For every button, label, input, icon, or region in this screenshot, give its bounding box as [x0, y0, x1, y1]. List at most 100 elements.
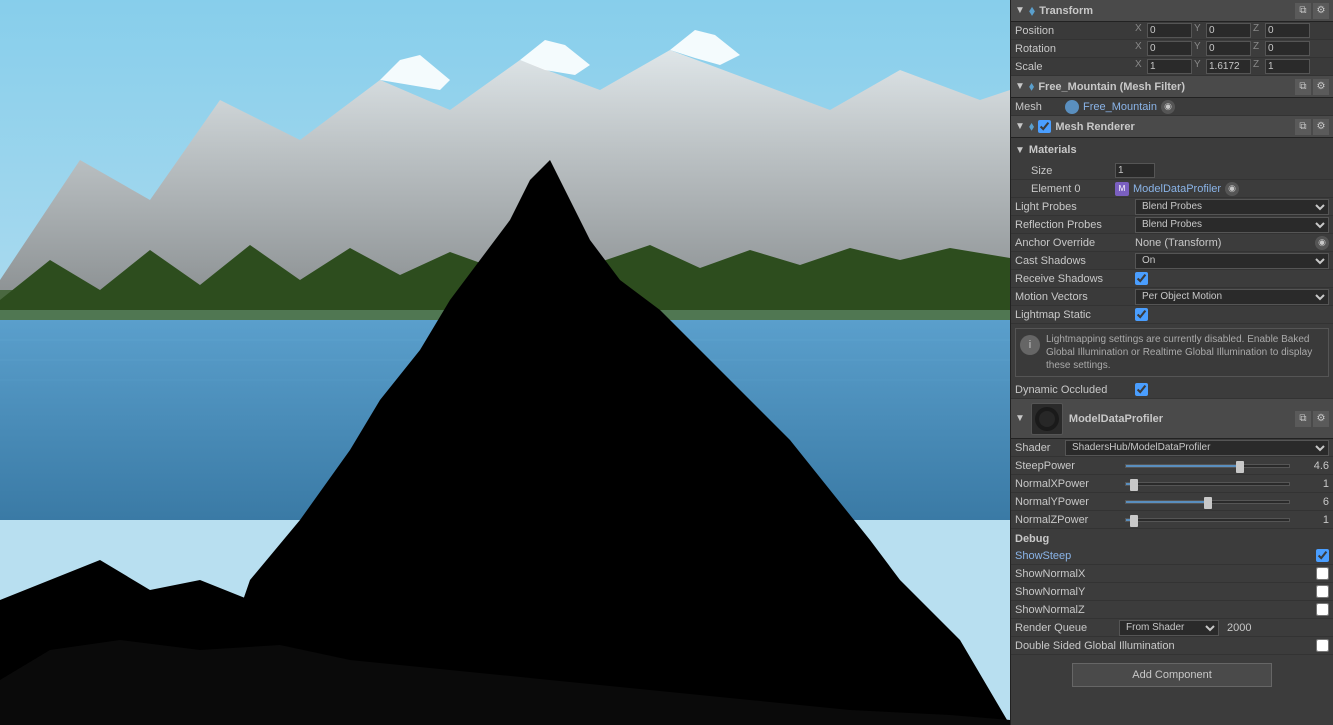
show-normalz-label: ShowNormalZ: [1015, 604, 1312, 616]
dynamic-occluded-checkbox[interactable]: [1135, 383, 1148, 396]
mesh-filter-header: ▼ ⬧ Free_Mountain (Mesh Filter) ⧉ ⚙: [1011, 76, 1333, 98]
normalz-power-label: NormalZPower: [1015, 514, 1125, 526]
mesh-renderer-header: ▼ ⬧ Mesh Renderer ⧉ ⚙: [1011, 116, 1333, 138]
normalz-power-value: 1: [1294, 514, 1329, 526]
lightmap-info-text: Lightmapping settings are currently disa…: [1046, 333, 1324, 372]
mesh-row: Mesh Free_Mountain ◉: [1011, 98, 1333, 116]
position-y-label: Y: [1194, 23, 1204, 38]
add-component-button[interactable]: Add Component: [1072, 663, 1272, 687]
normaly-power-value: 6: [1294, 496, 1329, 508]
position-x-input[interactable]: [1147, 23, 1192, 38]
mesh-renderer-fold-arrow[interactable]: ▼: [1015, 121, 1025, 132]
material-icon-btn-1[interactable]: ⧉: [1295, 411, 1311, 427]
steep-power-track[interactable]: [1125, 464, 1290, 468]
scale-x-label: X: [1135, 59, 1145, 74]
rotation-y-input[interactable]: [1206, 41, 1251, 56]
normalx-power-track[interactable]: [1125, 482, 1290, 486]
mesh-name[interactable]: Free_Mountain: [1083, 101, 1157, 113]
mesh-select-btn[interactable]: ◉: [1161, 100, 1175, 114]
material-name[interactable]: ModelDataProfiler: [1133, 183, 1221, 195]
scale-z-input[interactable]: [1265, 59, 1310, 74]
normaly-power-fill: [1126, 501, 1208, 503]
material-section-header: ▼ ModelDataProfiler ⧉ ⚙: [1011, 399, 1333, 439]
lightmap-static-checkbox[interactable]: [1135, 308, 1148, 321]
anchor-override-value: None (Transform): [1135, 237, 1313, 249]
info-icon: i: [1020, 335, 1040, 355]
mesh-filter-icon-btn-2[interactable]: ⚙: [1313, 79, 1329, 95]
motion-vectors-row: Motion Vectors Per Object Motion Camera …: [1011, 288, 1333, 306]
mesh-renderer-icon-btn-1[interactable]: ⧉: [1295, 119, 1311, 135]
receive-shadows-label: Receive Shadows: [1015, 273, 1135, 285]
normalz-power-thumb[interactable]: [1130, 515, 1138, 527]
normalz-power-track[interactable]: [1125, 518, 1290, 522]
mesh-renderer-icon-btn-2[interactable]: ⚙: [1313, 119, 1329, 135]
scale-x-input[interactable]: [1147, 59, 1192, 74]
scale-row: Scale X Y Z: [1011, 58, 1333, 76]
scale-y-input[interactable]: [1206, 59, 1251, 74]
mesh-filter-icon-btn-1[interactable]: ⧉: [1295, 79, 1311, 95]
light-probes-dropdown[interactable]: Blend Probes: [1135, 199, 1329, 215]
double-sided-checkbox[interactable]: [1316, 639, 1329, 652]
inspector-panel: ▼ ⬧ Transform ⧉ ⚙ Position X Y Z Rotatio…: [1010, 0, 1333, 725]
material-fold-arrow[interactable]: ▼: [1015, 413, 1025, 424]
size-input[interactable]: [1115, 163, 1155, 178]
element0-row: Element 0 M ModelDataProfiler ◉: [1011, 180, 1333, 198]
render-queue-dropdown[interactable]: From Shader Geometry Transparent: [1119, 620, 1219, 636]
normalx-power-thumb[interactable]: [1130, 479, 1138, 491]
position-x-label: X: [1135, 23, 1145, 38]
cast-shadows-dropdown[interactable]: On Off Two Sided Shadows Only: [1135, 253, 1329, 269]
position-y-input[interactable]: [1206, 23, 1251, 38]
mesh-icon: [1065, 100, 1079, 114]
materials-fold-arrow[interactable]: ▼: [1015, 145, 1025, 156]
show-steep-label[interactable]: ShowSteep: [1015, 550, 1312, 562]
rotation-x-label: X: [1135, 41, 1145, 56]
shader-dropdown[interactable]: ShadersHub/ModelDataProfiler: [1065, 440, 1329, 456]
debug-header: Debug: [1011, 529, 1333, 547]
rotation-z-input[interactable]: [1265, 41, 1310, 56]
motion-vectors-label: Motion Vectors: [1015, 291, 1135, 303]
material-icon: M: [1115, 182, 1129, 196]
normaly-power-row: NormalYPower 6: [1011, 493, 1333, 511]
steep-power-thumb[interactable]: [1236, 461, 1244, 473]
show-steep-row: ShowSteep: [1011, 547, 1333, 565]
transform-fold-arrow[interactable]: ▼: [1015, 5, 1025, 16]
reflection-probes-dropdown[interactable]: Blend Probes: [1135, 217, 1329, 233]
show-normalz-row: ShowNormalZ: [1011, 601, 1333, 619]
dynamic-occluded-label: Dynamic Occluded: [1015, 384, 1135, 396]
material-icon-btn-2[interactable]: ⚙: [1313, 411, 1329, 427]
show-normalx-checkbox[interactable]: [1316, 567, 1329, 580]
rotation-x-input[interactable]: [1147, 41, 1192, 56]
show-steep-checkbox[interactable]: [1316, 549, 1329, 562]
shader-label: Shader: [1015, 442, 1065, 454]
normaly-power-track[interactable]: [1125, 500, 1290, 504]
anchor-override-select-btn[interactable]: ◉: [1315, 236, 1329, 250]
debug-title: Debug: [1015, 533, 1049, 545]
mesh-filter-title: Free_Mountain (Mesh Filter): [1038, 81, 1291, 93]
normaly-power-label: NormalYPower: [1015, 496, 1125, 508]
scale-y-label: Y: [1194, 59, 1204, 74]
motion-vectors-dropdown[interactable]: Per Object Motion Camera Motion Only For…: [1135, 289, 1329, 305]
double-sided-row: Double Sided Global Illumination: [1011, 637, 1333, 655]
lightmap-static-row: Lightmap Static: [1011, 306, 1333, 324]
material-select-btn[interactable]: ◉: [1225, 182, 1239, 196]
render-queue-row: Render Queue From Shader Geometry Transp…: [1011, 619, 1333, 637]
materials-section: ▼ Materials: [1011, 138, 1333, 162]
light-probes-label: Light Probes: [1015, 201, 1135, 213]
lightmap-info-box: i Lightmapping settings are currently di…: [1015, 328, 1329, 377]
reflection-probes-label: Reflection Probes: [1015, 219, 1135, 231]
normalz-power-row: NormalZPower 1: [1011, 511, 1333, 529]
transform-title: Transform: [1039, 5, 1291, 17]
normaly-power-thumb[interactable]: [1204, 497, 1212, 509]
rotation-z-label: Z: [1253, 41, 1263, 56]
position-z-input[interactable]: [1265, 23, 1310, 38]
shader-row: Shader ShadersHub/ModelDataProfiler: [1011, 439, 1333, 457]
show-normaly-label: ShowNormalY: [1015, 586, 1312, 598]
mesh-filter-fold-arrow[interactable]: ▼: [1015, 81, 1025, 92]
mesh-renderer-enabled-checkbox[interactable]: [1038, 120, 1051, 133]
receive-shadows-checkbox[interactable]: [1135, 272, 1148, 285]
show-normaly-checkbox[interactable]: [1316, 585, 1329, 598]
transform-icon-btn-2[interactable]: ⚙: [1313, 3, 1329, 19]
transform-icon-btn-1[interactable]: ⧉: [1295, 3, 1311, 19]
double-sided-label: Double Sided Global Illumination: [1015, 640, 1312, 652]
show-normalz-checkbox[interactable]: [1316, 603, 1329, 616]
